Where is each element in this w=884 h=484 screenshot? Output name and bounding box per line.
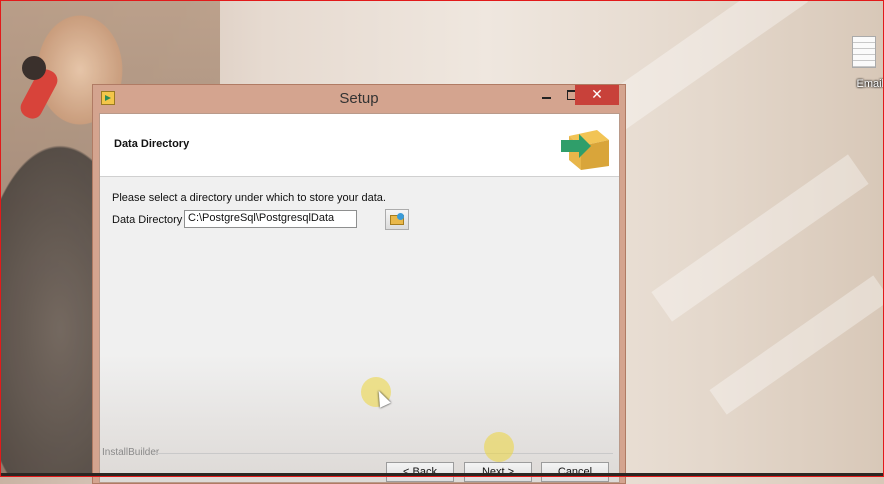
minimize-button[interactable] [533, 85, 559, 105]
close-icon: ✕ [591, 87, 603, 103]
installbuilder-brand: InstallBuilder [102, 447, 160, 458]
installer-box-icon [561, 130, 609, 170]
notepad-file-icon [852, 36, 876, 68]
wallpaper-streak [651, 154, 869, 322]
browse-folder-badge [397, 213, 404, 220]
page-title: Data Directory [114, 138, 190, 150]
next-button[interactable]: Next > [464, 462, 532, 482]
data-directory-label: Data Directory [112, 214, 183, 226]
page-header: Data Directory [100, 114, 619, 177]
cancel-button[interactable]: Cancel [541, 462, 609, 482]
desktop-email-icon[interactable]: Email [844, 36, 884, 102]
taskbar-edge [0, 473, 884, 477]
title-bar[interactable]: Setup ✕ [93, 85, 625, 113]
desktop-icon-label: Email [856, 78, 884, 90]
close-button[interactable]: ✕ [575, 85, 619, 105]
back-button[interactable]: < Back [386, 462, 454, 482]
click-highlight [484, 432, 514, 462]
instruction-text: Please select a directory under which to… [112, 192, 386, 204]
wallpaper-microphone-head [22, 56, 46, 80]
footer-separator [152, 453, 613, 454]
browse-button[interactable] [385, 209, 409, 230]
data-directory-input[interactable]: C:\PostgreSql\PostgresqlData [184, 210, 357, 228]
window-client-area: Data Directory Please select a directory… [99, 113, 620, 483]
wallpaper-streak [709, 275, 884, 415]
setup-window: Setup ✕ Data Directory Please select a d… [92, 84, 626, 484]
